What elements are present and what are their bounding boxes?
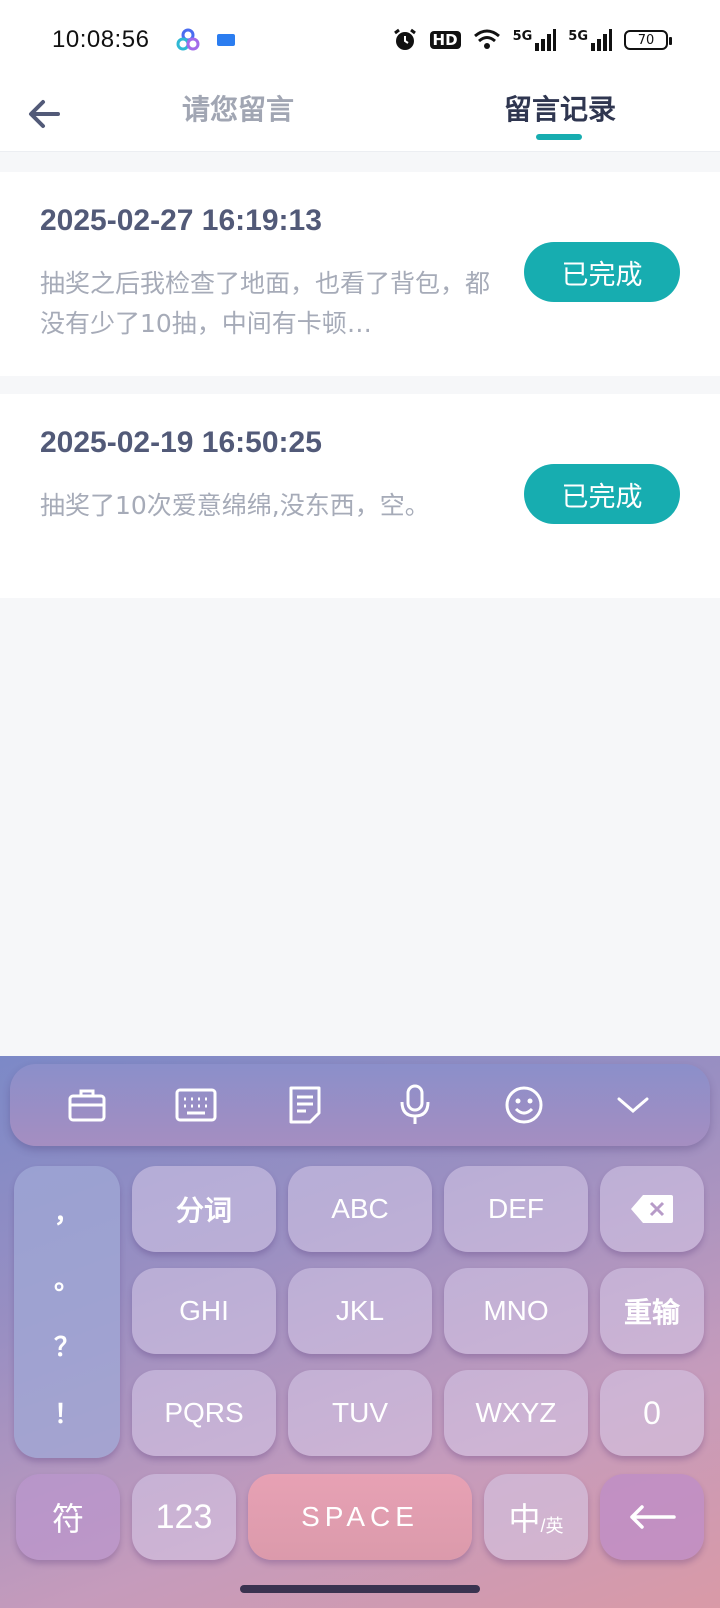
emoji-button[interactable] xyxy=(500,1081,548,1129)
home-indicator[interactable] xyxy=(240,1585,480,1593)
key-wxyz[interactable]: WXYZ xyxy=(444,1370,588,1456)
key-pqrs[interactable]: PQRS xyxy=(132,1370,276,1456)
key-abc[interactable]: ABC xyxy=(288,1166,432,1252)
record-item[interactable]: 2025-02-19 16:50:25 抽奖了10次爱意绵绵,没东西，空。 已完… xyxy=(0,394,720,598)
clipboard-button[interactable] xyxy=(281,1081,329,1129)
notification-icons xyxy=(175,27,237,53)
punctuation-column: ， 。 ？ ！ xyxy=(14,1166,120,1458)
record-datetime: 2025-02-19 16:50:25 xyxy=(40,426,322,459)
header: 请您留言 留言记录 xyxy=(0,80,720,152)
backspace-icon xyxy=(631,1195,673,1223)
active-tab-indicator xyxy=(536,134,582,140)
backspace-key[interactable] xyxy=(600,1166,704,1252)
key-mno[interactable]: MNO xyxy=(444,1268,588,1354)
keyboard-icon xyxy=(175,1088,217,1122)
punct-comma-key[interactable]: ， xyxy=(54,1193,80,1230)
punct-exclaim-key[interactable]: ！ xyxy=(54,1394,80,1431)
signal-bars-icon xyxy=(591,29,612,51)
alarm-icon xyxy=(393,28,416,50)
app-notification-icon xyxy=(176,28,200,51)
signal-1: 5G xyxy=(513,29,557,51)
status-right: HD 5G 5G 70 xyxy=(392,27,672,53)
lang-sub-label: /英 xyxy=(540,1516,564,1536)
signal-2: 5G xyxy=(568,29,612,51)
symbols-key[interactable]: 符 xyxy=(16,1474,120,1560)
toolbox-button[interactable] xyxy=(63,1081,111,1129)
briefcase-icon xyxy=(68,1089,106,1122)
enter-key[interactable] xyxy=(600,1474,704,1560)
lang-switch-key[interactable]: 中/英 xyxy=(484,1474,588,1560)
signal-bars-icon xyxy=(535,29,557,51)
collapse-keyboard-button[interactable] xyxy=(609,1081,657,1129)
screen: 10:08:56 HD 5G 5G 70 请您留言 留言记录 2025-02-2… xyxy=(0,0,720,1608)
numbers-key[interactable]: 123 xyxy=(132,1474,236,1560)
microphone-icon xyxy=(400,1084,430,1124)
record-content: 抽奖了10次爱意绵绵,没东西，空。 xyxy=(40,491,430,520)
status-time: 10:08:56 xyxy=(52,26,150,53)
smiley-icon xyxy=(505,1086,543,1124)
key-ghi[interactable]: GHI xyxy=(132,1268,276,1354)
key-tuv[interactable]: TUV xyxy=(288,1370,432,1456)
hd-icon: HD xyxy=(429,31,461,49)
key-def[interactable]: DEF xyxy=(444,1166,588,1252)
record-item[interactable]: 2025-02-27 16:19:13 抽奖之后我检查了地面，也看了背包，都没有… xyxy=(0,172,720,376)
arrow-left-icon xyxy=(29,100,60,128)
battery-icon: 70 xyxy=(624,30,672,50)
voice-input-button[interactable] xyxy=(391,1081,439,1129)
key-jkl[interactable]: JKL xyxy=(288,1268,432,1354)
punct-question-key[interactable]: ？ xyxy=(54,1327,80,1364)
space-key[interactable]: SPACE xyxy=(248,1474,472,1560)
chevron-down-icon xyxy=(617,1097,649,1113)
document-icon xyxy=(289,1086,321,1124)
record-datetime: 2025-02-27 16:19:13 xyxy=(40,204,322,237)
records-list: 2025-02-27 16:19:13 抽奖之后我检查了地面，也看了背包，都没有… xyxy=(0,172,720,616)
status-badge: 已完成 xyxy=(524,464,680,524)
keyboard-toolbar xyxy=(10,1064,710,1146)
punct-period-key[interactable]: 。 xyxy=(54,1260,80,1297)
back-button[interactable] xyxy=(24,94,64,134)
record-content: 抽奖之后我检查了地面，也看了背包，都没有少了10抽，中间有卡顿… xyxy=(40,269,490,338)
status-bar: 10:08:56 HD 5G 5G 70 xyxy=(0,0,720,80)
key-fenci[interactable]: 分词 xyxy=(132,1166,276,1252)
key-reenter[interactable]: 重输 xyxy=(600,1268,704,1354)
tab-message-records[interactable]: 留言记录 xyxy=(504,88,616,128)
arrow-left-icon xyxy=(630,1505,676,1529)
wifi-icon xyxy=(473,29,500,49)
tab-leave-message[interactable]: 请您留言 xyxy=(182,88,294,128)
keyboard-switch-button[interactable] xyxy=(172,1081,220,1129)
ime-keyboard: ， 。 ？ ！ 分词 ABC DEF GHI JKL MNO 重输 PQRS T… xyxy=(0,1056,720,1608)
lang-main-label: 中 xyxy=(508,1501,541,1537)
message-notification-icon xyxy=(217,34,236,46)
status-badge: 已完成 xyxy=(524,242,680,302)
key-zero[interactable]: 0 xyxy=(600,1370,704,1456)
